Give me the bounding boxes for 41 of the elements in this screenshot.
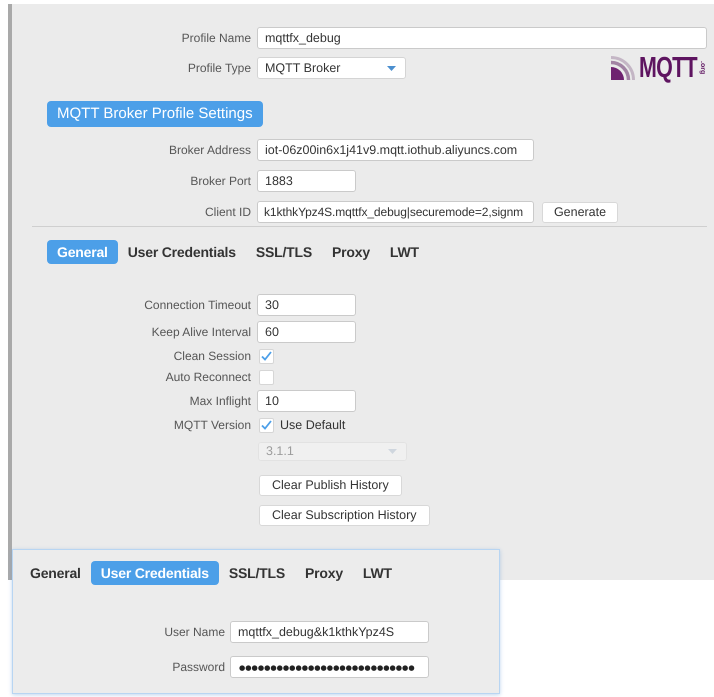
generate-button[interactable]: Generate [542,202,618,222]
field-label: Broker Address [168,143,251,157]
checkbox[interactable] [259,348,274,364]
tab[interactable]: SSL/TLS [246,240,322,264]
checkmark-icon [261,351,272,361]
caret-icon [387,66,396,70]
input-field[interactable]: mqttfx_debug&k1kthkYpz4S [230,621,429,643]
field-label: User Name [164,625,225,639]
tab[interactable]: LWT [380,240,429,264]
checkbox-label: Use Default [280,416,346,434]
broker-address-field[interactable]: iot-06z00in6x1j41v9.mqtt.iothub.aliyuncs.com [257,139,534,161]
checkmark-icon [261,420,272,430]
broker-port-field[interactable]: 1883 [257,170,356,192]
tab[interactable]: Proxy [295,561,353,585]
caret-icon [388,449,397,454]
tab[interactable]: Proxy [322,240,380,264]
field-label: Profile Type [188,61,251,75]
field-label: Connection Timeout [144,298,251,312]
checkbox[interactable] [259,418,274,432]
field-label: MQTT Version [174,418,251,432]
checkbox[interactable] [259,370,274,384]
field-label: Password [172,660,225,674]
field-label: Clean Session [174,349,251,363]
field-label: Broker Port [190,174,251,188]
tab[interactable]: SSL/TLS [218,561,295,585]
field-label: Keep Alive Interval [152,325,251,339]
clear-history-button[interactable]: Clear Subscription History [259,505,430,526]
input-field[interactable]: 60 [257,321,356,343]
input-field[interactable]: 30 [257,294,356,316]
client-id-field[interactable]: k1kthkYpz4S.mqttfx_debug|securemode=2,signm [257,201,534,223]
field-label: Client ID [204,205,251,219]
clear-history-button[interactable]: Clear Publish History [259,475,402,496]
profile-name-field[interactable]: mqttfx_debug [257,27,707,49]
field-label: Auto Reconnect [166,370,251,384]
input-field[interactable]: 10 [257,390,356,412]
tab[interactable]: LWT [352,561,402,585]
tab[interactable]: User Credentials [118,240,246,264]
field-label: Max Inflight [190,394,251,408]
tab[interactable]: General [20,561,91,585]
profile-type-dropdown[interactable]: MQTT Broker [257,57,406,79]
field-label: Profile Name [182,31,251,45]
